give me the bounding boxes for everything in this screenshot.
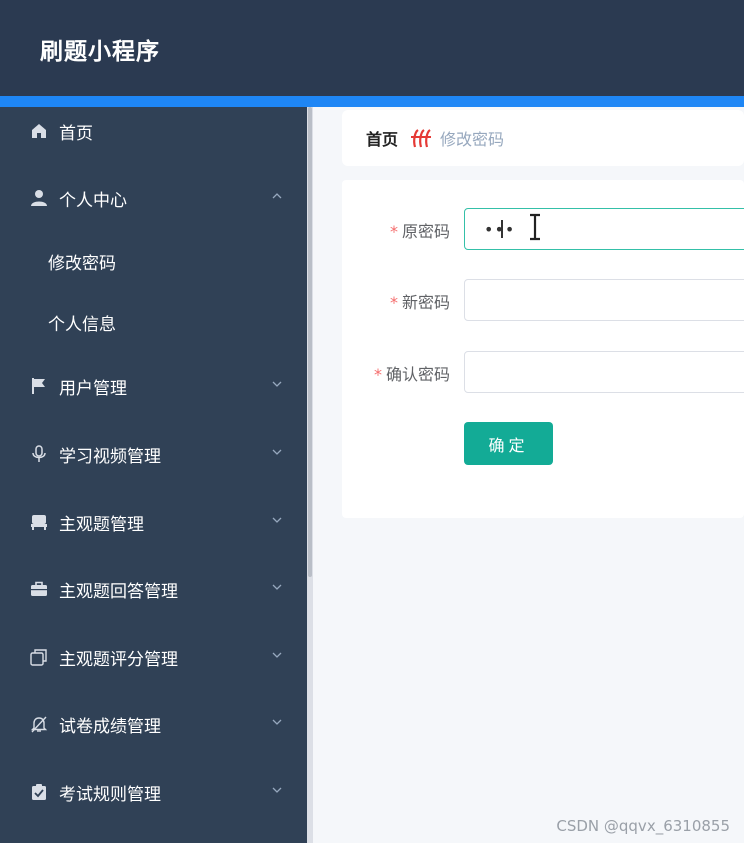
- chevron-down-icon: [272, 652, 282, 658]
- new-password-label: * 新密码: [390, 289, 450, 313]
- chevron-down-icon: [272, 719, 282, 725]
- sidebar-item-label: 用户管理: [59, 378, 127, 399]
- sidebar-item-personal-center[interactable]: 个人中心: [0, 174, 307, 222]
- watermark: CSDN @qqvx_6310855: [556, 817, 730, 835]
- sidebar-subitem-label: 个人信息: [48, 314, 116, 335]
- chair-icon: [29, 512, 49, 532]
- old-password-input[interactable]: •••: [464, 208, 744, 250]
- sidebar-item-label: 主观题评分管理: [59, 649, 178, 670]
- submit-button[interactable]: 确定: [464, 422, 553, 465]
- sidebar-item-label: 主观题管理: [59, 514, 144, 535]
- sidebar-item-label: 首页: [59, 123, 93, 144]
- home-icon: [29, 121, 49, 141]
- microphone-icon: [29, 444, 49, 464]
- sidebar-scrollbar[interactable]: [307, 107, 313, 843]
- sidebar-item-subjective-questions[interactable]: 主观题管理: [0, 498, 307, 546]
- sidebar-item-label: 学习视频管理: [59, 446, 161, 467]
- sidebar-subitem-personal-info[interactable]: 个人信息: [0, 300, 307, 344]
- chevron-down-icon: [272, 584, 282, 590]
- sidebar-scrollbar-thumb[interactable]: [308, 107, 312, 577]
- required-mark: *: [373, 365, 382, 384]
- sidebar-item-exam-score-management[interactable]: 试卷成绩管理: [0, 700, 307, 748]
- accent-stripe: [0, 96, 744, 107]
- text-caret: [501, 220, 503, 238]
- sidebar-item-video-management[interactable]: 学习视频管理: [0, 430, 307, 478]
- new-password-input[interactable]: [464, 279, 744, 321]
- briefcase-icon: [29, 579, 49, 599]
- breadcrumb: 首页 修改密码: [342, 110, 744, 166]
- flag-icon: [29, 376, 49, 396]
- sidebar-item-label: 考试规则管理: [59, 784, 161, 805]
- sidebar-item-scoring-management[interactable]: 主观题评分管理: [0, 633, 307, 681]
- app-title: 刷题小程序: [40, 39, 160, 65]
- chevron-down-icon: [272, 449, 282, 455]
- breadcrumb-separator-icon: [411, 129, 432, 148]
- required-mark: *: [389, 222, 398, 241]
- old-password-label-text: 原密码: [401, 222, 450, 241]
- sidebar-item-label: 个人中心: [59, 190, 127, 211]
- confirm-password-label-text: 确认密码: [385, 365, 450, 384]
- sidebar-item-label: 主观题回答管理: [59, 581, 178, 602]
- sidebar-item-home[interactable]: 首页: [0, 107, 307, 155]
- user-icon: [29, 188, 49, 208]
- sidebar-item-user-management[interactable]: 用户管理: [0, 362, 307, 410]
- change-password-form: * 原密码 ••• * 新密码 * 确认密码 确定: [342, 180, 744, 518]
- sidebar-subitem-label: 修改密码: [48, 253, 116, 274]
- chevron-up-icon: [272, 193, 282, 199]
- chevron-down-icon: [272, 517, 282, 523]
- copy-icon: [29, 647, 49, 667]
- new-password-label-text: 新密码: [401, 293, 450, 312]
- chevron-down-icon: [272, 381, 282, 387]
- chevron-down-icon: [272, 787, 282, 793]
- text-cursor-icon: [530, 213, 540, 241]
- old-password-label: * 原密码: [390, 218, 450, 242]
- sidebar-item-exam-rules-management[interactable]: 考试规则管理: [0, 768, 307, 816]
- breadcrumb-current: 修改密码: [440, 130, 505, 149]
- bell-off-icon: [29, 714, 49, 734]
- breadcrumb-home[interactable]: 首页: [366, 126, 398, 150]
- sidebar-item-answer-management[interactable]: 主观题回答管理: [0, 565, 307, 613]
- old-password-value: •••: [484, 220, 516, 239]
- top-header: 刷题小程序: [0, 0, 744, 96]
- required-mark: *: [389, 293, 398, 312]
- sidebar-subitem-change-password[interactable]: 修改密码: [0, 239, 307, 283]
- confirm-password-input[interactable]: [464, 351, 744, 393]
- clipboard-check-icon: [29, 782, 49, 802]
- confirm-password-label: * 确认密码: [374, 361, 450, 385]
- sidebar-item-label: 试卷成绩管理: [59, 716, 161, 737]
- sidebar: 首页 个人中心 修改密码 个人信息 用户管理 学习视频管理 主观题管理 主观题回…: [0, 107, 307, 843]
